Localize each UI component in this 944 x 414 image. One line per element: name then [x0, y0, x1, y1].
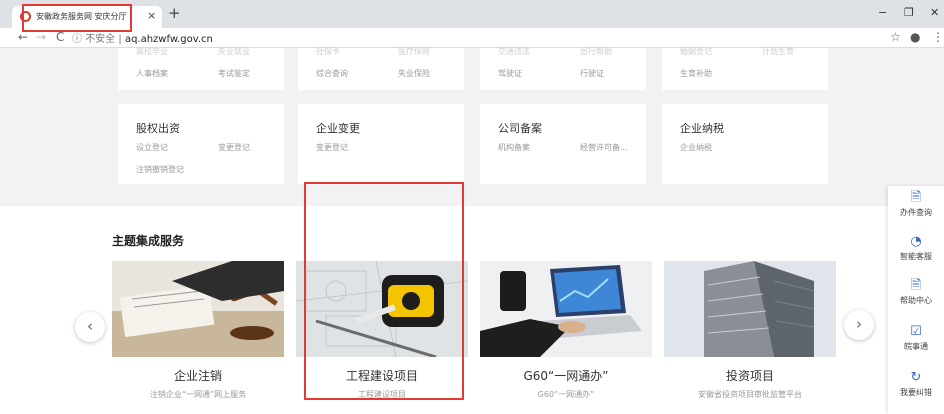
category-card-change[interactable]: 企业变更 变更登记 [298, 104, 464, 184]
document-search-icon: 🗎 [910, 190, 922, 205]
sidebar-label: 智能客服 [900, 252, 932, 261]
service-image-gavel [112, 261, 284, 357]
sidebar-item-smart-service[interactable]: ◔ 智能客服 [888, 234, 944, 262]
sidebar-label: 帮助中心 [900, 296, 932, 305]
card-link[interactable]: 设立登记 [136, 142, 168, 153]
category-card: 婚姻登记 计划生育 生育补助 [662, 46, 828, 90]
service-card-investment[interactable]: 投资项目 安徽省投资项目审批监管平台 [664, 261, 836, 411]
sidebar-item-help[interactable]: 🗎 帮助中心 [888, 278, 944, 306]
browser-toolbar: ← → C ⓘ 不安全 | aq.ahzwfw.gov.cn ☆ ● ⋮ [0, 28, 944, 48]
card-link[interactable]: 行驶证 [580, 68, 604, 79]
service-robot-icon: ◔ [910, 234, 922, 249]
service-card-g60[interactable]: G60“一网通办” G60“一网通办” [480, 261, 652, 411]
category-card: 高校毕业 失业就业 人事档案 考试鉴定 [118, 46, 284, 90]
tab-highlight-box [22, 4, 132, 32]
card-link[interactable]: 变更登记 [218, 142, 250, 153]
card-link[interactable]: 生育补助 [680, 68, 712, 79]
card-link[interactable]: 机构备案 [498, 142, 530, 153]
sidebar-label: 皖事通 [904, 342, 928, 351]
card-link[interactable]: 高校毕业 [136, 46, 168, 57]
url-text[interactable]: aq.ahzwfw.gov.cn [125, 34, 213, 45]
sidebar-label: 我要纠错 [900, 388, 932, 397]
card-title: 企业变更 [316, 122, 360, 135]
carousel-prev-button[interactable]: ‹ [75, 312, 105, 342]
sidebar-item-case-query[interactable]: 🗎 办件查询 [888, 190, 944, 218]
card-title: 公司备案 [498, 122, 542, 135]
card-link[interactable]: 注销撤销登记 [136, 164, 184, 175]
category-card: 交通违法 出行帮助 驾驶证 行驶证 [480, 46, 646, 90]
service-subtitle: 注销企业“一网通”网上服务 [149, 390, 247, 399]
service-category-area: 高校毕业 失业就业 人事档案 考试鉴定 社保卡 医疗保险 综合查询 失业保险 交… [0, 46, 944, 206]
service-image-laptop [480, 261, 652, 357]
card-link[interactable]: 婚姻登记 [680, 46, 712, 57]
back-button[interactable]: ← [18, 30, 28, 44]
card-title: 股权出资 [136, 122, 180, 135]
info-icon[interactable]: ⓘ [72, 34, 82, 45]
service-image-building [664, 261, 836, 357]
floating-sidebar: 🗎 办件查询 ◔ 智能客服 🗎 帮助中心 ☑ 皖事通 ↻ 我要纠错 [888, 186, 944, 414]
category-card: 社保卡 医疗保险 综合查询 失业保险 [298, 46, 464, 90]
service-title: G60“一网通办” [523, 369, 609, 383]
reload-button[interactable]: C [56, 30, 64, 44]
sidebar-label: 办件查询 [900, 208, 932, 217]
card-link[interactable]: 考试鉴定 [218, 68, 250, 79]
help-icon: 🗎 [910, 278, 922, 293]
sidebar-item-report-error[interactable]: ↻ 我要纠错 [888, 370, 944, 398]
card-link[interactable]: 出行帮助 [580, 46, 612, 57]
service-highlight-box [304, 182, 464, 400]
card-link[interactable]: 失业保险 [398, 68, 430, 79]
card-link[interactable]: 交通违法 [498, 46, 530, 57]
theme-services-section: 主题集成服务 企业注销 注销企业“一网通”网上服务 工程建设项目 工程建设项目 … [0, 206, 944, 414]
category-card-tax[interactable]: 企业纳税 企业纳税 [662, 104, 828, 184]
service-card-deregistration[interactable]: 企业注销 注销企业“一网通”网上服务 [112, 261, 284, 411]
service-subtitle: 安徽省投资项目审批监管平台 [698, 390, 802, 399]
service-title: 企业注销 [173, 369, 222, 383]
browser-tab-bar: 安徽政务服务网 安庆分厅 × + − ❐ ✕ [0, 0, 944, 28]
card-link[interactable]: 社保卡 [316, 46, 340, 57]
card-link[interactable]: 失业就业 [218, 46, 250, 57]
menu-icon[interactable]: ⋮ [932, 30, 944, 44]
service-title: 投资项目 [725, 369, 774, 383]
card-title: 企业纳税 [680, 122, 724, 135]
monitor-check-icon: ☑ [910, 324, 922, 339]
service-subtitle: G60“一网通办” [537, 390, 595, 399]
sidebar-item-wanshitong[interactable]: ☑ 皖事通 [888, 324, 944, 352]
card-link[interactable]: 企业纳税 [680, 142, 712, 153]
section-title: 主题集成服务 [112, 234, 185, 248]
category-card-equity[interactable]: 股权出资 设立登记 变更登记 注销撤销登记 [118, 104, 284, 184]
restore-button[interactable]: ❐ [904, 6, 914, 19]
carousel-next-button[interactable]: › [844, 310, 874, 340]
url-separator: | [118, 34, 122, 45]
close-window-button[interactable]: ✕ [930, 6, 939, 19]
card-link[interactable]: 变更登记 [316, 142, 348, 153]
insecure-label: 不安全 [85, 34, 116, 45]
page-content: 高校毕业 失业就业 人事档案 考试鉴定 社保卡 医疗保险 综合查询 失业保险 交… [0, 46, 944, 414]
card-link[interactable]: 经营许可备... [580, 142, 628, 153]
card-link[interactable]: 人事档案 [136, 68, 168, 79]
minimize-button[interactable]: − [878, 6, 887, 19]
card-link[interactable]: 综合查询 [316, 68, 348, 79]
tab-close-icon[interactable]: × [147, 9, 156, 22]
refresh-icon: ↻ [910, 370, 922, 385]
star-icon[interactable]: ☆ [890, 30, 901, 44]
category-card-filing[interactable]: 公司备案 机构备案 经营许可备... [480, 104, 646, 184]
card-link[interactable]: 驾驶证 [498, 68, 522, 79]
new-tab-button[interactable]: + [168, 4, 181, 22]
card-link[interactable]: 医疗保险 [398, 46, 430, 57]
account-icon[interactable]: ● [910, 30, 920, 44]
card-link[interactable]: 计划生育 [762, 46, 794, 57]
forward-button[interactable]: → [36, 30, 46, 44]
address-bar[interactable]: ⓘ 不安全 | aq.ahzwfw.gov.cn [72, 30, 872, 46]
